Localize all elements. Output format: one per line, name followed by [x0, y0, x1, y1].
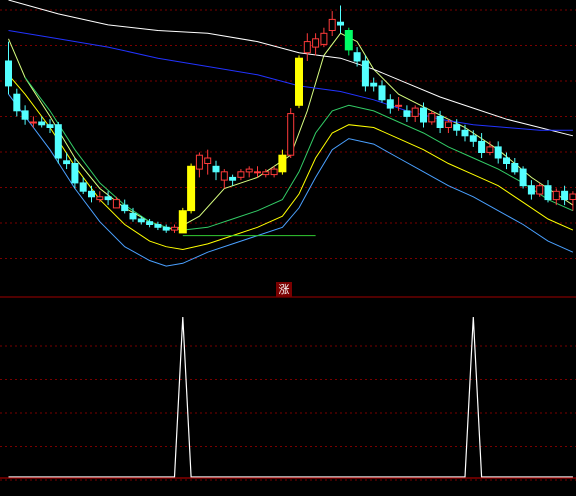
- price-panel-candles: [5, 5, 576, 234]
- candle-body: [104, 196, 112, 201]
- candle-body: [395, 104, 403, 107]
- indicator-signal-label: 涨: [276, 282, 292, 297]
- candle-body: [204, 157, 212, 164]
- candle-body: [146, 221, 154, 225]
- candle-body: [544, 185, 552, 201]
- candle-body: [386, 99, 394, 109]
- candle-body: [63, 160, 71, 165]
- candle-body: [229, 176, 237, 181]
- candle-body: [461, 129, 469, 137]
- candle-body: [96, 196, 104, 201]
- candle-body: [494, 146, 502, 159]
- indicator-panel-signal: [8, 316, 573, 478]
- candle-body: [121, 204, 129, 212]
- candle-body: [212, 165, 220, 173]
- candle-body: [46, 124, 54, 128]
- candle-body: [420, 107, 427, 123]
- candle-body: [195, 154, 203, 170]
- candle-body: [178, 210, 187, 234]
- candle-body: [187, 165, 196, 212]
- candle-body: [453, 124, 461, 131]
- candle-body: [511, 163, 519, 173]
- candle-body: [320, 32, 328, 45]
- candle-body: [79, 182, 87, 192]
- candle-body: [527, 185, 535, 195]
- candle-body: [486, 146, 494, 153]
- candle-body: [287, 113, 295, 156]
- candle-body: [478, 140, 486, 153]
- candle-body: [444, 121, 452, 128]
- candle-body: [162, 226, 170, 231]
- candle-body: [112, 199, 120, 209]
- candle-body: [220, 171, 228, 181]
- indicator-panel-grid: [0, 345, 576, 481]
- candle-body: [353, 52, 361, 62]
- candle-body: [411, 107, 419, 117]
- candle-body: [312, 38, 320, 48]
- candle-body: [469, 135, 477, 142]
- candle-body: [303, 41, 311, 54]
- candle-body: [245, 168, 253, 173]
- candle-body: [71, 163, 79, 184]
- candle-body: [88, 190, 95, 198]
- candle-body: [5, 60, 12, 87]
- candle-body: [536, 185, 544, 195]
- candle-body: [13, 93, 21, 112]
- candle-body: [270, 168, 278, 176]
- candle-body: [403, 110, 411, 117]
- candle-body: [378, 85, 386, 101]
- candle-body: [171, 226, 178, 231]
- candle-body: [29, 121, 37, 124]
- candle-body: [503, 157, 510, 164]
- candle-body: [254, 171, 261, 174]
- candle-body: [154, 224, 162, 228]
- candle-body: [278, 154, 287, 173]
- candle-body: [137, 218, 145, 223]
- candle-body: [21, 110, 29, 120]
- candle-body: [237, 171, 245, 178]
- candle-body: [436, 115, 444, 129]
- candle-body: [361, 60, 369, 87]
- candle-body: [519, 168, 527, 187]
- candle-body: [38, 121, 46, 126]
- chart-canvas: [0, 0, 576, 481]
- candle-body: [428, 113, 436, 123]
- candle-body: [344, 30, 353, 51]
- candle-body: [129, 212, 137, 220]
- signal-line: [8, 316, 573, 478]
- candle-body: [337, 21, 344, 26]
- candle-body: [54, 124, 62, 159]
- candle-body: [552, 190, 560, 201]
- candle-body: [295, 57, 303, 106]
- candle-body: [262, 171, 270, 176]
- candle-body: [561, 190, 569, 201]
- candle-body: [370, 82, 378, 87]
- candle-body: [328, 18, 336, 31]
- candle-body: [569, 193, 576, 200]
